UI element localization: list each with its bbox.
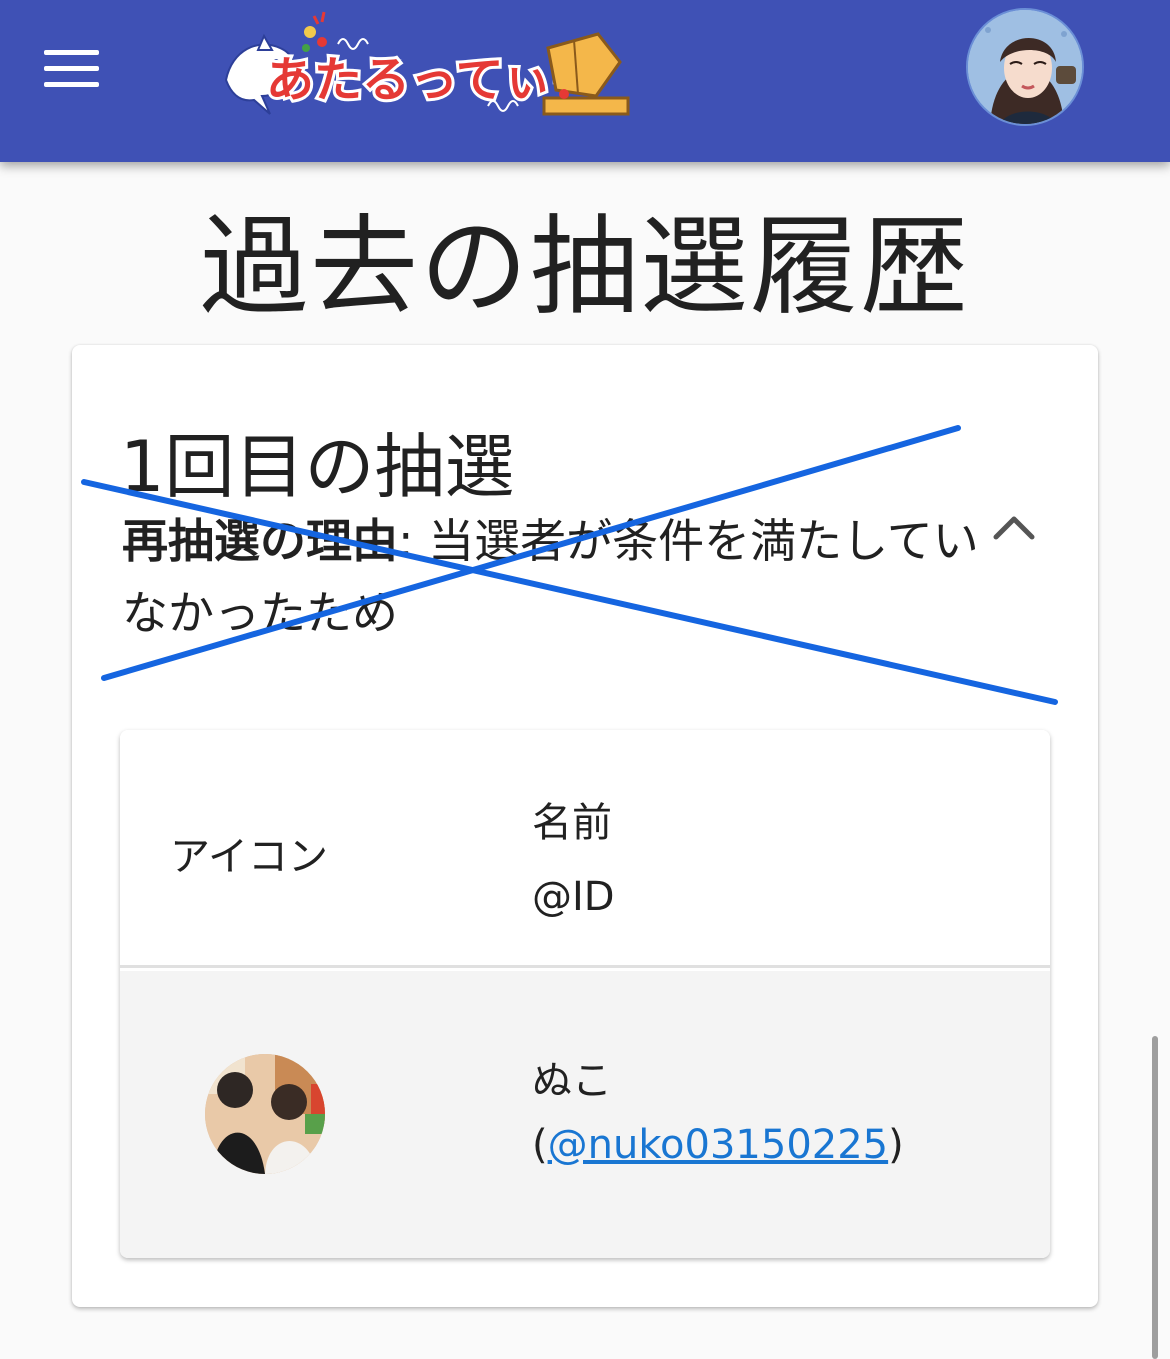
table-header: アイコン 名前 @ID xyxy=(120,730,1050,968)
winner-handle-line: (@nuko03150225) xyxy=(532,1113,904,1177)
app-bar: あたるってぃー xyxy=(0,0,1170,162)
redraw-reason: 再抽選の理由: 当選者が条件を満たしていなかったため xyxy=(122,505,982,649)
redraw-reason-separator: : xyxy=(398,514,429,568)
winner-name: ぬこ xyxy=(532,1058,612,1104)
handle-open-paren: ( xyxy=(532,1122,548,1168)
winner-name-cell: ぬこ (@nuko03150225) xyxy=(532,1049,904,1177)
handle-close-paren: ) xyxy=(888,1122,904,1168)
round-title: 1回目の抽選 xyxy=(120,426,515,508)
chevron-up-icon[interactable] xyxy=(992,507,1036,547)
app-logo[interactable]: あたるってぃー xyxy=(218,10,638,128)
hamburger-menu-icon[interactable] xyxy=(40,46,104,92)
user-avatar[interactable] xyxy=(966,8,1084,126)
header-id: @ID xyxy=(532,874,615,920)
winner-avatar xyxy=(205,1054,325,1174)
winners-table: アイコン 名前 @ID ぬこ (@nuko03150225) xyxy=(120,730,1050,1258)
redraw-reason-label: 再抽選の理由 xyxy=(122,514,398,568)
page-title: 過去の抽選履歴 xyxy=(199,205,970,330)
header-name-id: 名前 @ID xyxy=(532,786,615,934)
winner-handle-link[interactable]: @nuko03150225 xyxy=(548,1122,889,1168)
table-row: ぬこ (@nuko03150225) xyxy=(120,971,1050,1258)
draw-history-card: 1回目の抽選 再抽選の理由: 当選者が条件を満たしていなかったため アイコン 名… xyxy=(72,345,1098,1307)
scrollbar[interactable] xyxy=(1152,1036,1158,1359)
header-icon: アイコン xyxy=(170,834,328,880)
header-name: 名前 xyxy=(532,800,612,846)
